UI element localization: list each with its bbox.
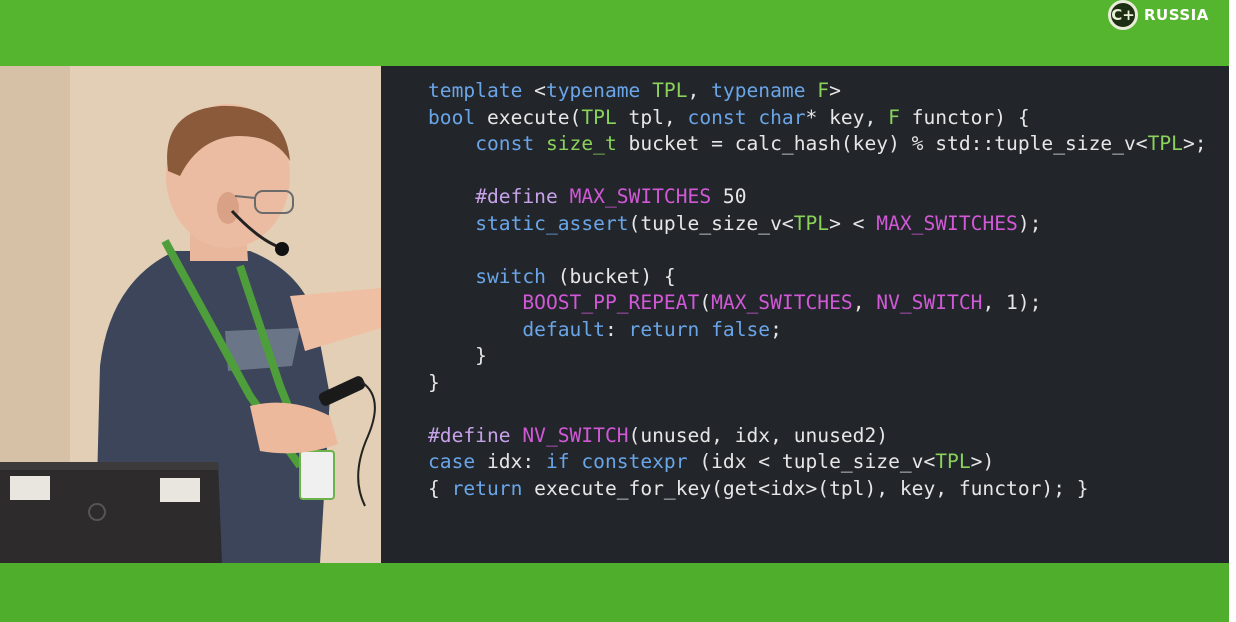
code-token: TPL xyxy=(935,450,971,473)
code-token: TPL xyxy=(793,211,830,235)
code-token: , xyxy=(687,79,712,102)
code-token: NV_SWITCH xyxy=(876,291,983,314)
code-token: switch xyxy=(475,264,546,288)
code-line: } xyxy=(428,343,1207,370)
code-line: { return execute_for_key(get<idx>(tpl), … xyxy=(428,476,1207,503)
code-token: char xyxy=(758,105,806,129)
code-token: ( xyxy=(699,291,712,314)
code-token: TPL xyxy=(652,79,688,102)
code-line: case idx: if constexpr (idx < tuple_size… xyxy=(428,449,1207,476)
code-token: , xyxy=(852,291,877,314)
code-token: static_assert xyxy=(475,211,629,235)
code-line: #define MAX_SWITCHES 50 xyxy=(428,184,1207,211)
cpp-russia-logo-icon: C+ xyxy=(1108,0,1138,30)
code-line: switch (bucket) { xyxy=(428,264,1207,291)
code-token: return xyxy=(451,476,523,500)
code-token: 50 xyxy=(711,185,747,208)
code-token: BOOST_PP_REPEAT xyxy=(522,291,700,314)
code-token: MAX_SWITCHES xyxy=(711,291,853,314)
bottom-banner xyxy=(0,563,1236,622)
code-token: case xyxy=(428,450,476,473)
code-token: >) xyxy=(970,450,995,473)
code-token: } xyxy=(428,344,487,367)
code-token: : xyxy=(604,317,629,341)
code-line: static_assert(tuple_size_v<TPL> < MAX_SW… xyxy=(428,211,1207,238)
code-token: > xyxy=(829,79,841,102)
code-line: #define NV_SWITCH(unused, idx, unused2) xyxy=(428,423,1207,450)
code-token: ; xyxy=(770,317,782,341)
code-token: typename xyxy=(545,79,641,102)
code-token: TPL xyxy=(1147,132,1183,155)
code-token: (unused, idx, unused2) xyxy=(628,423,889,447)
code-slide: template <typename TPL, typename F> bool … xyxy=(381,66,1229,563)
code-line: BOOST_PP_REPEAT(MAX_SWITCHES, NV_SWITCH,… xyxy=(428,290,1207,317)
code-token: if xyxy=(545,450,570,473)
code-token: #define xyxy=(475,185,558,208)
code-token: MAX_SWITCHES xyxy=(876,211,1018,235)
code-line: template <typename TPL, typename F> xyxy=(428,78,1207,105)
code-token: #define xyxy=(428,423,511,447)
code-token: TPL xyxy=(581,105,617,129)
frame-edge xyxy=(1229,0,1236,622)
code-token: const xyxy=(475,132,535,155)
code-line: } xyxy=(428,370,1207,397)
code-line: bool execute(TPL tpl, const char* key, F… xyxy=(428,105,1207,132)
code-token: * key, xyxy=(805,105,889,129)
code-token: } xyxy=(428,370,440,394)
code-token: (idx < tuple_size_v< xyxy=(687,450,936,473)
code-token: MAX_SWITCHES xyxy=(569,185,712,208)
conference-logo: C+ RUSSIA xyxy=(1108,0,1209,30)
code-token: { xyxy=(428,476,452,500)
code-line: default: return false; xyxy=(428,317,1207,344)
code-token: bucket = calc_hash(key) % std::tuple_siz… xyxy=(616,132,1148,155)
code-token: > < xyxy=(829,211,877,235)
code-token: default xyxy=(522,317,605,341)
code-token: execute_for_key(get<idx>(tpl), key, func… xyxy=(522,476,1089,500)
code-token: , 1); xyxy=(982,291,1042,314)
code-token: functor) { xyxy=(899,105,1030,129)
code-token: constexpr xyxy=(581,450,688,473)
code-token: size_t xyxy=(545,132,617,155)
code-token: ); xyxy=(1017,211,1042,235)
code-token: const xyxy=(687,105,747,129)
code-token: execute( xyxy=(475,105,582,129)
code-token: false xyxy=(711,317,771,341)
logo-text: RUSSIA xyxy=(1144,6,1209,24)
code-block: template <typename TPL, typename F> bool … xyxy=(428,78,1207,502)
code-token: (bucket) { xyxy=(545,264,676,288)
code-token: < xyxy=(522,79,546,102)
code-token: return xyxy=(628,317,700,341)
code-token: bool xyxy=(428,105,476,129)
code-token: typename xyxy=(711,79,806,102)
code-token: tpl, xyxy=(616,105,688,129)
code-token: idx: xyxy=(475,450,546,473)
speaker-video xyxy=(0,66,381,563)
code-token: NV_SWITCH xyxy=(522,423,629,447)
code-line: const size_t bucket = calc_hash(key) % s… xyxy=(428,131,1207,158)
code-token: template xyxy=(428,79,523,102)
code-token: (tuple_size_v< xyxy=(628,211,794,235)
speaker-illustration xyxy=(0,66,381,563)
code-token: F xyxy=(888,105,900,129)
code-token: F xyxy=(817,79,830,102)
top-banner xyxy=(0,0,1236,66)
code-token: >; xyxy=(1182,132,1207,155)
